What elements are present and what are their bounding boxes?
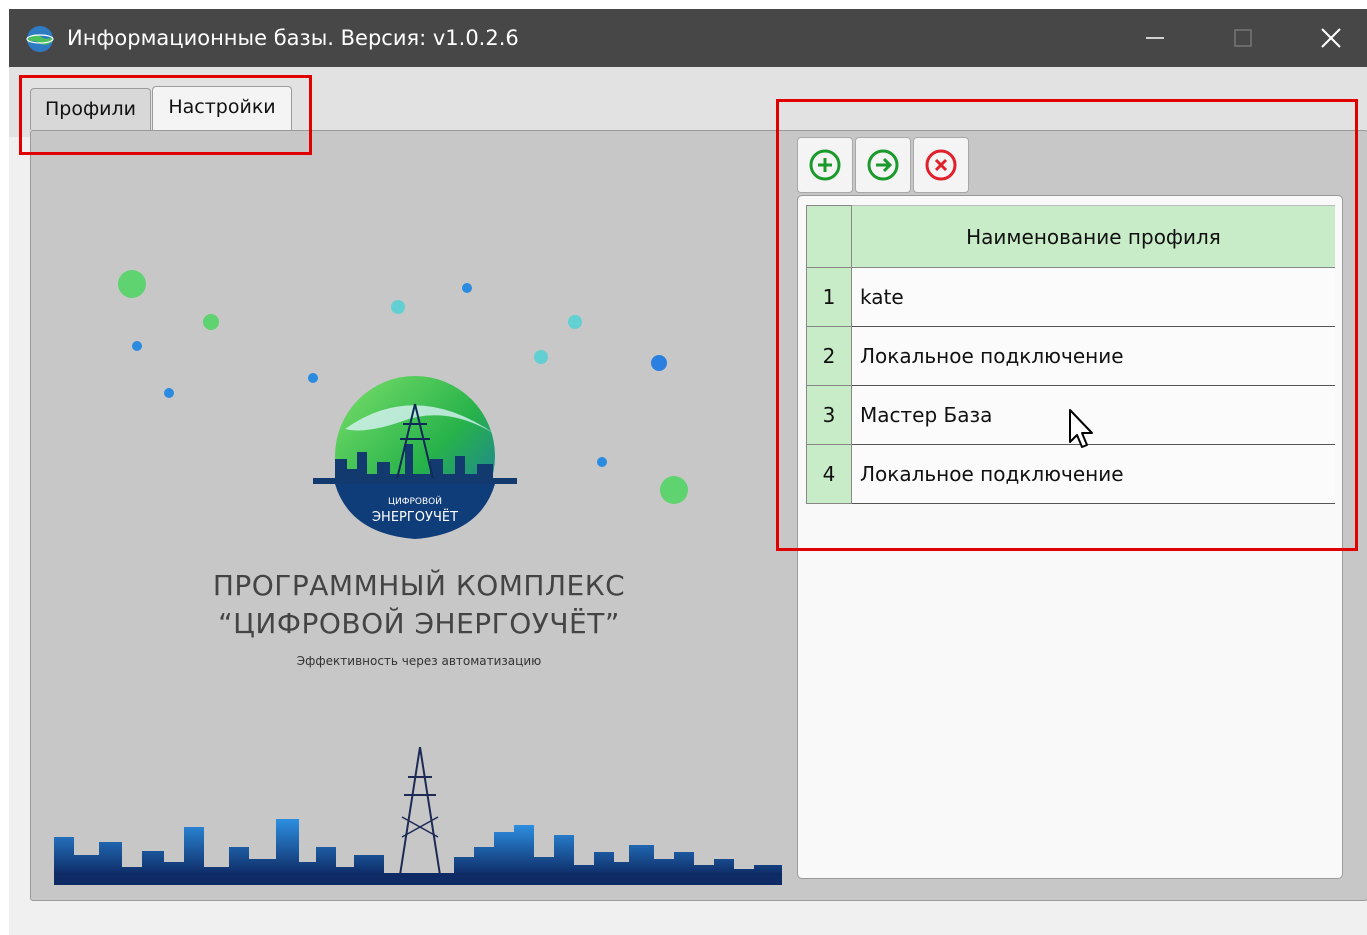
logo-text-line2: ЭНЕРГОУЧЁТ (371, 510, 459, 525)
tab-profiles[interactable]: Профили (30, 88, 151, 130)
column-header-profile-name[interactable]: Наименование профиля (851, 205, 1335, 268)
brand-title-line1: ПРОГРАММНЫЙ КОМПЛЕКС (212, 569, 626, 602)
table-row[interactable]: 3 Мастер База (806, 385, 1335, 445)
arrow-right-circle-icon (867, 149, 899, 181)
add-profile-button[interactable] (797, 137, 853, 193)
maximize-button[interactable] (1199, 9, 1287, 67)
profile-name-cell[interactable]: kate (851, 267, 1335, 327)
window-title: Информационные базы. Версия: v1.0.2.6 (67, 26, 519, 50)
globe-icon (26, 26, 54, 52)
profile-name-cell[interactable]: Локальное подключение (851, 326, 1335, 386)
profile-name-cell[interactable]: Мастер База (851, 385, 1335, 445)
brand-logo (313, 376, 517, 539)
x-circle-icon (925, 149, 957, 181)
table-row[interactable]: 4 Локальное подключение (806, 444, 1335, 504)
row-number: 2 (806, 326, 852, 386)
app-window: Информационные базы. Версия: v1.0.2.6 Пр… (9, 9, 1367, 935)
brand-title-line2: “ЦИФРОВОЙ ЭНЕРГОУЧЁТ” (218, 607, 620, 640)
minimize-button[interactable] (1111, 9, 1199, 67)
tab-settings[interactable]: Настройки (152, 86, 292, 130)
corner-header-cell (806, 205, 852, 268)
minimize-icon (1146, 37, 1164, 39)
close-button[interactable] (1287, 9, 1367, 67)
brand-subtitle: Эффективность через автоматизацию (296, 654, 542, 668)
table-row[interactable]: 1 kate (806, 267, 1335, 327)
profiles-table-container: Наименование профиля 1 kate 2 Локальное … (797, 195, 1343, 879)
close-icon (1321, 28, 1341, 48)
city-skyline (54, 747, 782, 885)
title-bar: Информационные базы. Версия: v1.0.2.6 (9, 9, 1367, 67)
open-profile-button[interactable] (855, 137, 911, 193)
profiles-table: Наименование профиля 1 kate 2 Локальное … (806, 205, 1335, 504)
logo-text-line1: ЦИФРОВОЙ (388, 497, 442, 507)
table-header-row: Наименование профиля (806, 205, 1335, 268)
window-footer (9, 901, 1367, 935)
row-number: 1 (806, 267, 852, 327)
table-row[interactable]: 2 Локальное подключение (806, 326, 1335, 386)
delete-profile-button[interactable] (913, 137, 969, 193)
row-number: 3 (806, 385, 852, 445)
row-number: 4 (806, 444, 852, 504)
maximize-icon (1234, 29, 1252, 47)
plus-circle-icon (809, 149, 841, 181)
profile-name-cell[interactable]: Локальное подключение (851, 444, 1335, 504)
branding-area: ЦИФРОВОЙ ЭНЕРГОУЧЁТ ПРОГРАММНЫЙ КОМПЛЕКС… (49, 269, 789, 889)
tab-strip: Профили Настройки (9, 67, 1367, 137)
